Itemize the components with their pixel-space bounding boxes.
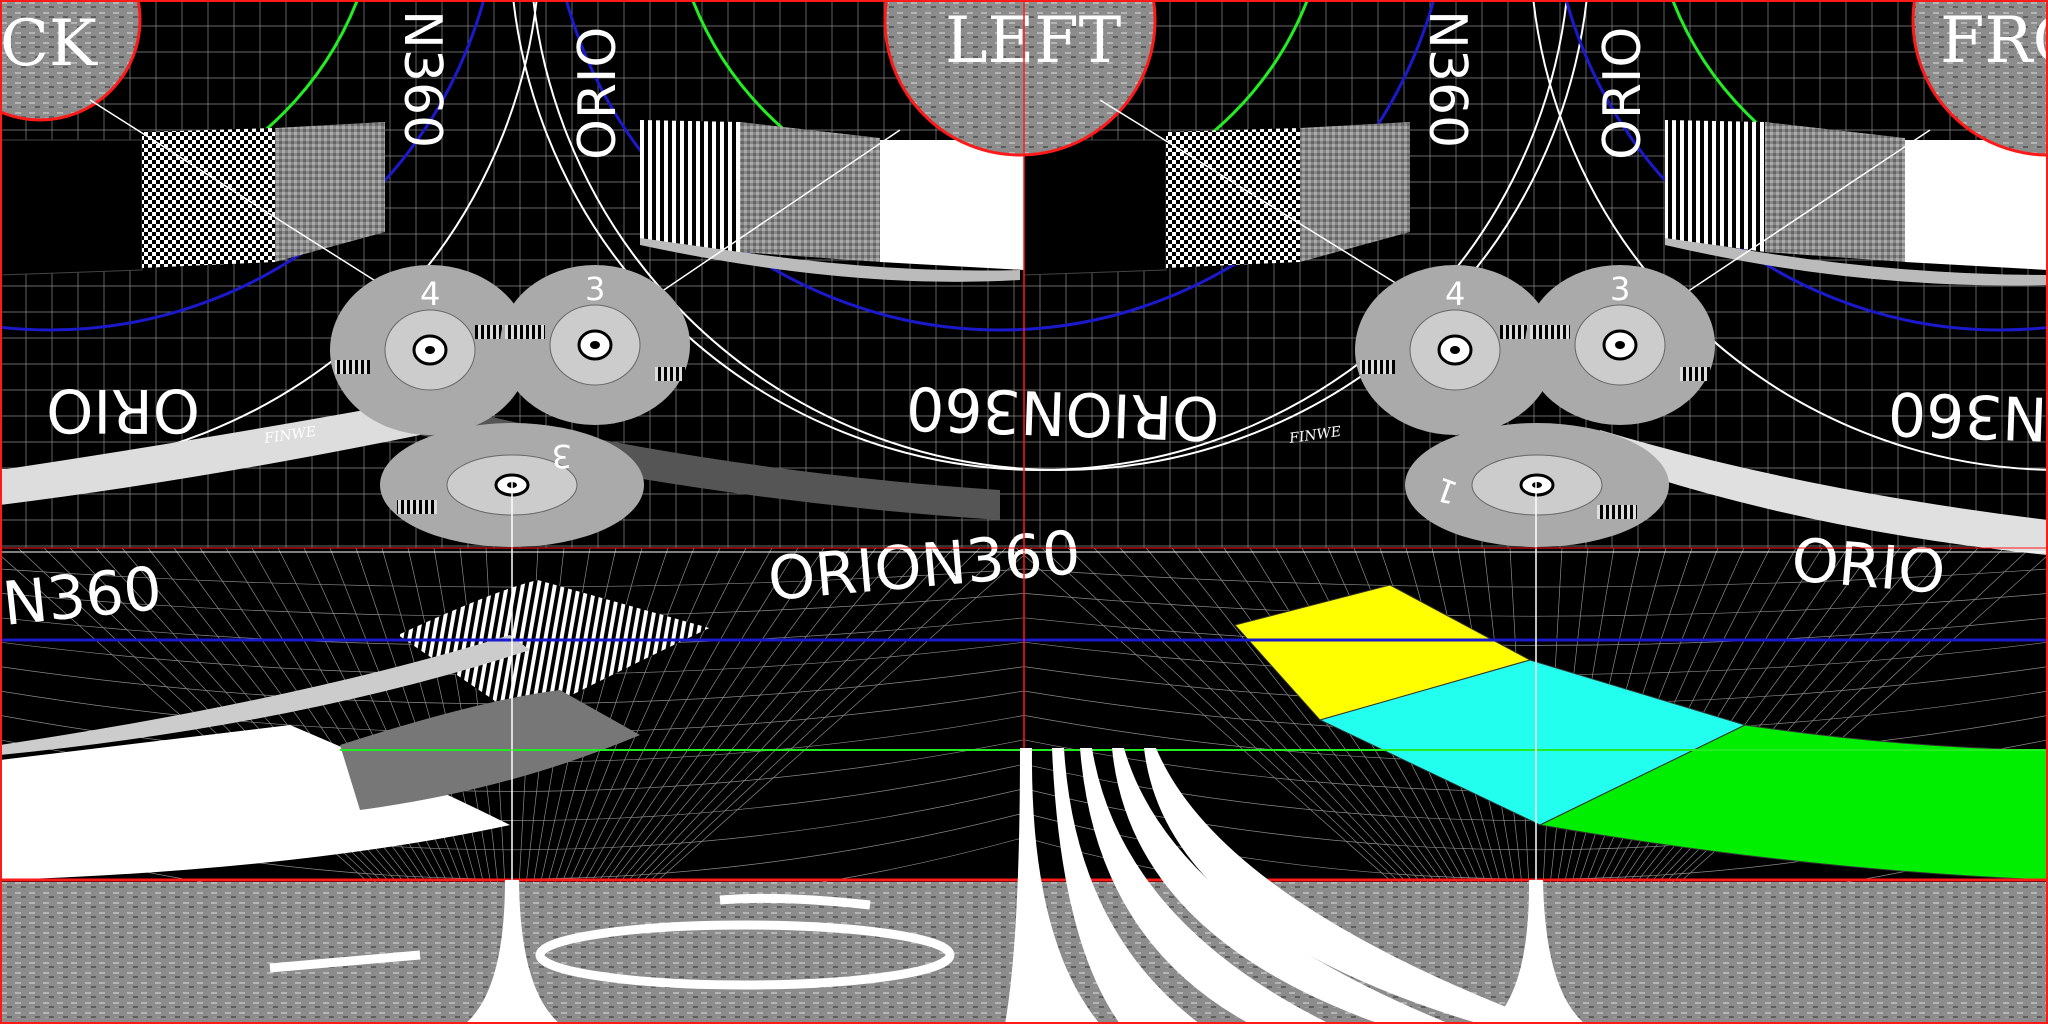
swatch-white-left xyxy=(880,140,1024,270)
wordmark-lower-front: ORIO xyxy=(1789,525,1948,608)
swatch-black-back xyxy=(0,139,143,276)
target-disc-4: 4 xyxy=(330,265,530,435)
swatch-black-left-b xyxy=(1023,139,1167,276)
wordmark-vertical-front: ORIO xyxy=(1593,27,1653,160)
wordmark-upside-down-back: ORIO xyxy=(46,375,200,445)
target-label-3a: 3 xyxy=(585,270,605,308)
swatch-checker-back xyxy=(142,128,275,268)
face-label-front: FRO xyxy=(1940,4,2048,78)
target-disc-3a: 3 xyxy=(500,265,690,425)
target-disc-3c: 3 xyxy=(1525,265,1715,425)
target-label-3c: 3 xyxy=(1610,270,1630,308)
target-label-3b: 3 xyxy=(552,437,572,475)
target-disc-4b: 4 xyxy=(1355,265,1555,435)
swatch-bars-front xyxy=(1665,120,1765,252)
wordmark-vertical-back-b: N360 xyxy=(1417,10,1477,148)
equirectangular-test-pattern: 4 3 3 4 3 1 N360 ORIO N360 ORIO ORIO ORI… xyxy=(0,0,2048,1024)
swatch-bars-left xyxy=(640,120,740,252)
swatch-fine-left xyxy=(740,122,880,262)
target-label-4: 4 xyxy=(420,275,440,313)
target-label-4b: 4 xyxy=(1445,275,1465,313)
swatch-white-front xyxy=(1905,140,2048,270)
swatch-fine-front xyxy=(1765,122,1905,262)
target-disc-1: 1 xyxy=(1405,423,1669,547)
wordmark-vertical-left: ORIO xyxy=(568,27,628,160)
wordmark-vertical-back: N360 xyxy=(392,10,452,148)
face-label-left: LEFT xyxy=(945,4,1122,78)
face-label-back: CK xyxy=(0,7,98,81)
wordmark-upside-down-left: ORION360 xyxy=(905,372,1221,453)
wordmark-upside-down-front: N360 xyxy=(1887,377,2048,453)
swatch-checker-left-b xyxy=(1166,128,1300,268)
